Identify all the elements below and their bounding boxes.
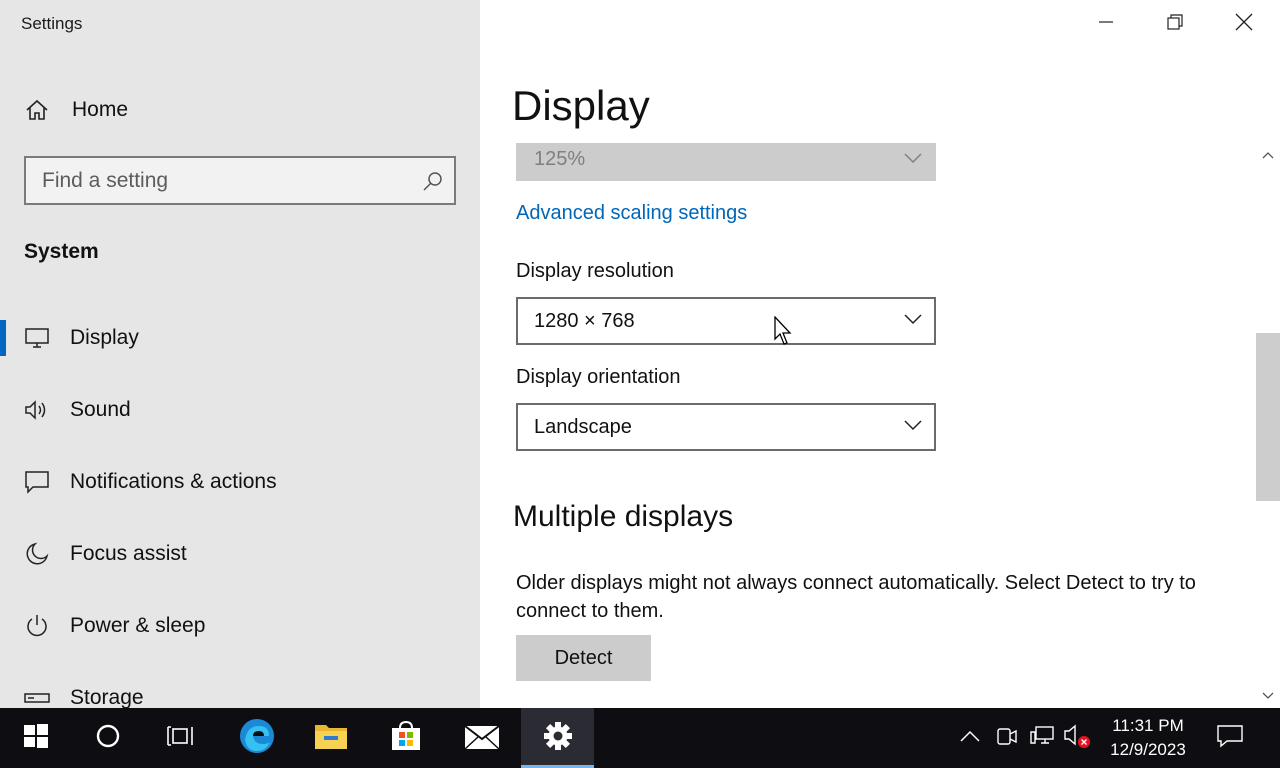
advanced-scaling-link[interactable]: Advanced scaling settings [516, 202, 747, 225]
sidebar-item-label: Power & sleep [70, 614, 206, 637]
orientation-label: Display orientation [516, 366, 681, 388]
home-icon [24, 97, 50, 123]
store-icon [390, 720, 422, 757]
restore-icon [1166, 13, 1184, 36]
orientation-value: Landscape [534, 416, 632, 438]
file-explorer-button[interactable] [294, 708, 368, 768]
edge-button[interactable] [220, 708, 294, 768]
mouse-cursor-icon [774, 315, 794, 346]
detect-button[interactable]: Detect [516, 635, 651, 681]
search-input[interactable] [42, 168, 412, 194]
start-button[interactable] [0, 708, 72, 768]
sidebar-item-focus-assist[interactable]: Focus assist [0, 530, 480, 578]
power-icon [24, 613, 50, 639]
file-explorer-icon [314, 722, 348, 755]
settings-sidebar: Settings Home System Display Sound Notif… [0, 0, 480, 708]
storage-icon [24, 685, 50, 708]
home-label: Home [72, 98, 129, 121]
taskbar: 11:31 PM 12/9/2023 [0, 708, 1280, 768]
sidebar-item-power-sleep[interactable]: Power & sleep [0, 602, 480, 650]
cortana-button[interactable] [72, 708, 144, 768]
network-button[interactable] [1026, 708, 1058, 768]
start-icon [24, 723, 48, 753]
sidebar-item-sound[interactable]: Sound [0, 386, 480, 434]
display-settings-pane: Display 125% Advanced scaling settings D… [480, 0, 1280, 708]
multiple-displays-description: Older displays might not always connect … [516, 572, 1196, 622]
settings-icon [543, 721, 573, 756]
resolution-label: Display resolution [516, 260, 674, 282]
close-button[interactable] [1210, 0, 1278, 48]
scroll-down-arrow-icon[interactable] [1256, 684, 1280, 708]
close-icon [1235, 13, 1253, 36]
home-nav-item[interactable]: Home [0, 86, 480, 134]
moon-icon [24, 541, 50, 567]
app-title: Settings [21, 14, 83, 33]
chevron-down-icon [904, 151, 922, 169]
settings-taskbar-button[interactable] [521, 708, 594, 768]
sidebar-item-label: Display [70, 326, 139, 349]
meet-now-icon [996, 725, 1018, 752]
clock[interactable]: 11:31 PM 12/9/2023 [1100, 714, 1196, 762]
clock-time: 11:31 PM [1112, 716, 1184, 735]
clock-date: 12/9/2023 [1110, 740, 1186, 759]
scroll-up-arrow-icon[interactable] [1256, 143, 1280, 167]
show-hidden-icons-icon [960, 729, 980, 747]
sidebar-item-display[interactable]: Display [0, 314, 480, 362]
scrollbar[interactable] [1256, 143, 1280, 708]
resolution-value: 1280 × 768 [534, 310, 635, 332]
page-title: Display [512, 82, 650, 129]
chevron-down-icon [904, 418, 922, 436]
scale-dropdown[interactable]: 125% [516, 143, 936, 181]
scrollbar-thumb[interactable] [1256, 333, 1280, 501]
store-button[interactable] [368, 708, 444, 768]
message-icon [24, 469, 50, 495]
search-box[interactable] [24, 156, 456, 205]
minimize-icon [1098, 14, 1114, 35]
speaker-icon [24, 397, 50, 423]
sidebar-item-label: Sound [70, 398, 131, 421]
action-center-button[interactable] [1210, 708, 1250, 768]
monitor-icon [24, 325, 50, 351]
section-title: System [24, 240, 99, 263]
sidebar-item-notifications[interactable]: Notifications & actions [0, 458, 480, 506]
action-center-icon [1217, 724, 1243, 753]
edge-icon [239, 718, 275, 759]
restore-button[interactable] [1141, 0, 1209, 48]
show-hidden-icons-button[interactable] [954, 708, 986, 768]
cortana-icon [95, 723, 121, 754]
sidebar-item-storage[interactable]: Storage [0, 674, 480, 708]
volume-button[interactable] [1062, 708, 1092, 768]
volume-muted-icon [1063, 723, 1091, 754]
sidebar-item-label: Focus assist [70, 542, 187, 565]
sidebar-item-label: Notifications & actions [70, 470, 277, 493]
mail-button[interactable] [444, 708, 520, 768]
orientation-dropdown[interactable]: Landscape [516, 403, 936, 451]
resolution-dropdown[interactable]: 1280 × 768 [516, 297, 936, 345]
network-icon [1029, 725, 1055, 752]
task-view-button[interactable] [144, 708, 216, 768]
sidebar-item-label: Storage [70, 686, 144, 708]
search-icon[interactable] [422, 170, 444, 192]
minimize-button[interactable] [1072, 0, 1140, 48]
meet-now-button[interactable] [992, 708, 1022, 768]
mail-icon [464, 722, 500, 755]
scale-value: 125% [534, 148, 586, 170]
chevron-down-icon [904, 312, 922, 330]
multiple-displays-heading: Multiple displays [513, 500, 734, 533]
task-view-icon [166, 724, 194, 753]
